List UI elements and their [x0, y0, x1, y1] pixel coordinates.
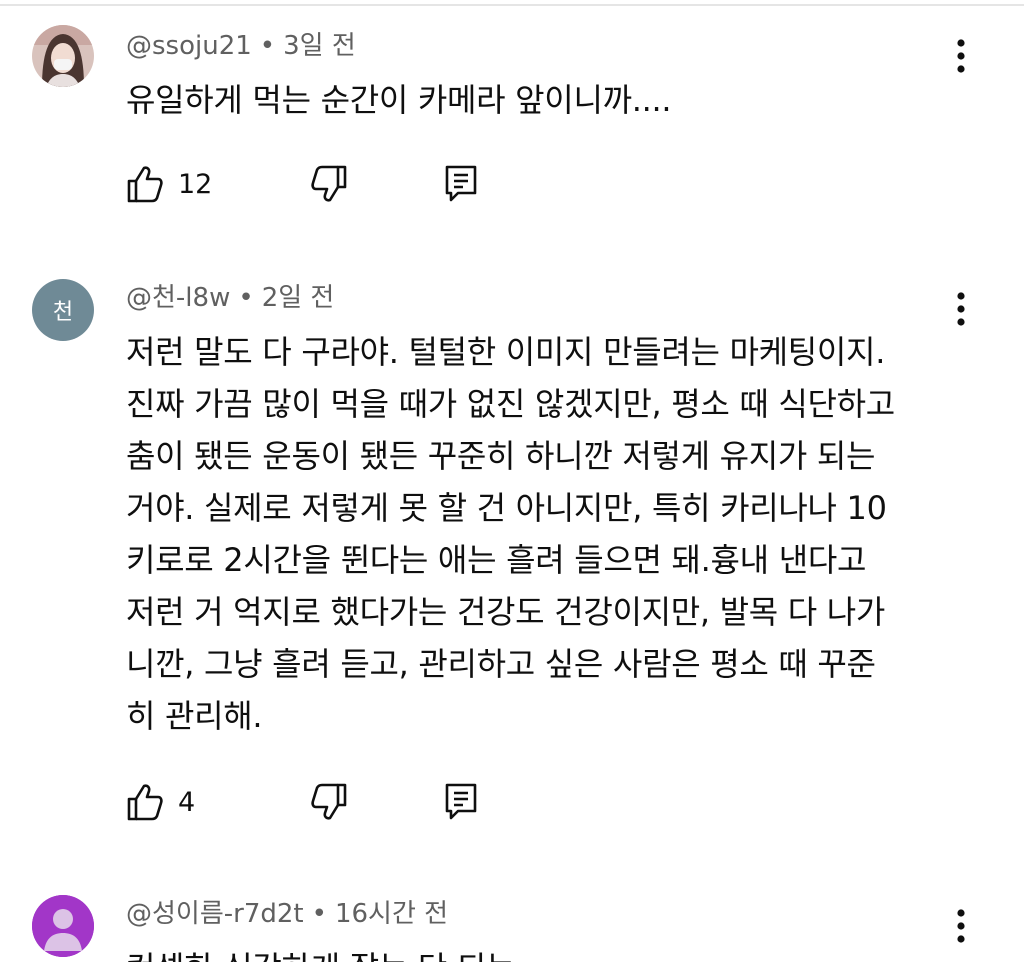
comment-header: @천-l8w • 2일 전 [126, 283, 334, 313]
author-handle[interactable]: @성이름-r7d2t [126, 899, 304, 929]
comment-text: 컨셉한 심각하게 잘는 단 되는 [126, 942, 956, 962]
like-count: 12 [178, 168, 213, 200]
reply-comment-icon [444, 782, 478, 822]
like-button[interactable]: 4 [126, 782, 238, 822]
separator-dot: • [259, 31, 276, 61]
avatar[interactable] [32, 895, 94, 957]
comment-time: 16시간 전 [334, 899, 449, 929]
separator-dot: • [238, 283, 254, 313]
reply-button[interactable] [444, 782, 478, 822]
reply-comment-icon [444, 164, 478, 204]
comment-text: 저런 말도 다 구라야. 털털한 이미지 만들려는 마케팅이지. 진짜 가끔 많… [126, 333, 895, 735]
comment-header: @ssoju21 • 3일 전 [126, 31, 356, 61]
reply-button[interactable] [444, 164, 478, 204]
more-options-button[interactable] [948, 37, 974, 77]
dislike-button[interactable] [310, 164, 348, 204]
thumbs-down-icon [310, 164, 348, 204]
comment-time: 3일 전 [283, 31, 356, 61]
author-handle[interactable]: @ssoju21 [126, 31, 252, 61]
comment-actions: 4 [126, 780, 478, 824]
thumbs-up-icon [126, 782, 164, 822]
avatar-letter: 천 [52, 300, 74, 325]
more-vert-icon [957, 39, 965, 73]
author-handle[interactable]: @천-l8w [126, 283, 230, 313]
more-vert-icon [957, 292, 965, 326]
thumbs-up-icon [126, 164, 164, 204]
avatar[interactable] [32, 25, 94, 87]
default-user-icon [32, 895, 94, 957]
separator-dot: • [311, 899, 327, 929]
comment-actions: 12 [126, 162, 478, 206]
avatar[interactable]: 천 [32, 279, 94, 341]
thumbs-down-icon [310, 782, 348, 822]
comment-header: @성이름-r7d2t • 16시간 전 [126, 899, 448, 929]
more-vert-icon [957, 909, 965, 943]
comment-time: 2일 전 [261, 283, 335, 313]
more-options-button[interactable] [948, 907, 974, 947]
dislike-button[interactable] [310, 782, 348, 822]
like-count: 4 [178, 786, 196, 818]
like-button[interactable]: 12 [126, 164, 238, 204]
comment-text: 유일하게 먹는 순간이 카메라 앞이니까.... [126, 81, 672, 119]
more-options-button[interactable] [948, 290, 974, 330]
top-divider [0, 4, 1024, 6]
